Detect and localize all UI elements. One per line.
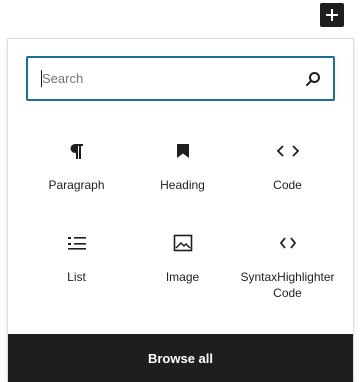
block-label: Image <box>165 270 200 284</box>
block-label: Heading <box>160 178 205 192</box>
page: Paragraph Heading Code <box>0 0 361 382</box>
block-item-image[interactable]: Image <box>125 215 240 305</box>
bookmark-icon <box>171 139 195 163</box>
block-label: List <box>67 270 86 284</box>
block-label: Code <box>273 178 302 192</box>
block-label: SyntaxHighlighter Code <box>240 270 335 300</box>
code-icon <box>276 231 300 255</box>
add-block-button[interactable] <box>320 3 344 27</box>
search-field <box>26 56 335 101</box>
list-icon <box>65 231 89 255</box>
block-item-list[interactable]: List <box>19 215 134 305</box>
text-caret <box>41 70 42 87</box>
block-item-syntaxhighlighter-code[interactable]: SyntaxHighlighter Code <box>230 215 345 305</box>
block-item-code[interactable]: Code <box>230 123 345 213</box>
browse-all-button[interactable]: Browse all <box>8 334 353 382</box>
code-icon <box>276 139 300 163</box>
block-item-heading[interactable]: Heading <box>125 123 240 213</box>
block-item-paragraph[interactable]: Paragraph <box>19 123 134 213</box>
paragraph-icon <box>65 139 89 163</box>
plus-icon <box>326 9 338 21</box>
image-icon <box>171 231 195 255</box>
block-inserter-panel: Paragraph Heading Code <box>7 38 354 382</box>
search-input[interactable] <box>28 58 303 99</box>
search-icon[interactable] <box>303 69 323 89</box>
block-label: Paragraph <box>48 178 105 192</box>
